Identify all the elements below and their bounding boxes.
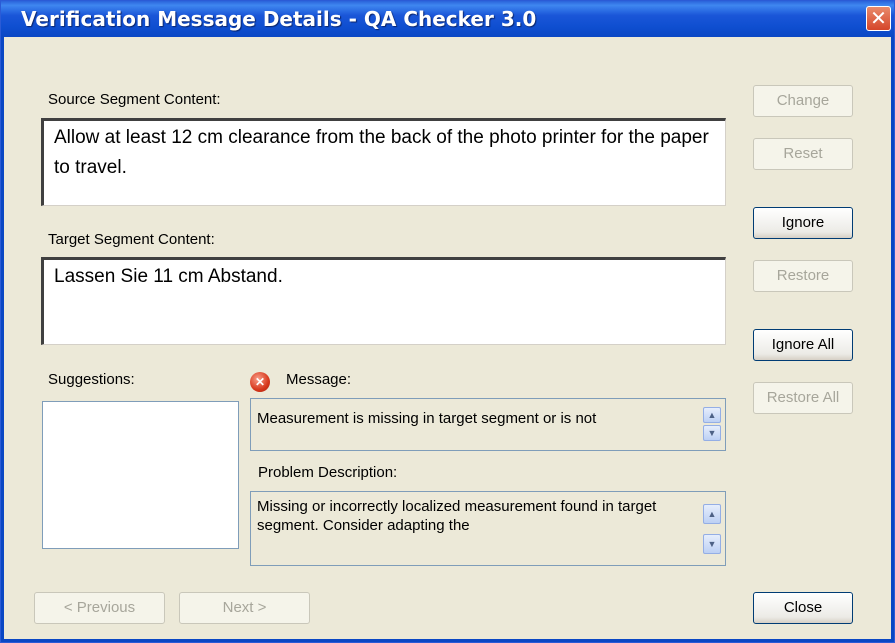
message-scroll-up-icon[interactable]: ▲	[703, 407, 721, 423]
problem-scroll-up-icon[interactable]: ▲	[703, 504, 721, 524]
target-segment-text: Lassen Sie 11 cm Abstand.	[54, 266, 283, 287]
window-title: Verification Message Details - QA Checke…	[21, 7, 537, 31]
title-bar[interactable]: Verification Message Details - QA Checke…	[1, 1, 894, 37]
target-segment-label: Target Segment Content:	[48, 231, 215, 248]
message-text: Measurement is missing in target segment…	[257, 410, 597, 427]
target-segment-textbox[interactable]: Lassen Sie 11 cm Abstand.	[41, 257, 726, 345]
message-box[interactable]: Measurement is missing in target segment…	[250, 398, 726, 451]
source-segment-textbox[interactable]: Allow at least 12 cm clearance from the …	[41, 118, 726, 206]
reset-button[interactable]: Reset	[753, 138, 853, 170]
suggestions-label: Suggestions:	[48, 371, 135, 388]
message-label: Message:	[286, 371, 352, 388]
problem-description-label: Problem Description:	[258, 464, 398, 481]
next-button[interactable]: Next >	[179, 592, 310, 624]
restore-button[interactable]: Restore	[753, 260, 853, 292]
problem-scroll-down-icon[interactable]: ▼	[703, 534, 721, 554]
source-segment-label: Source Segment Content:	[48, 91, 221, 108]
message-scrollbar[interactable]: ▲ ▼	[703, 407, 721, 443]
ignore-all-button[interactable]: Ignore All	[753, 329, 853, 361]
previous-button[interactable]: < Previous	[34, 592, 165, 624]
close-button[interactable]: Close	[753, 592, 853, 624]
problem-scrollbar[interactable]: ▲ ▼	[703, 504, 721, 558]
suggestions-list[interactable]	[42, 401, 239, 549]
problem-description-text: Missing or incorrectly localized measure…	[257, 498, 657, 534]
problem-description-box[interactable]: Missing or incorrectly localized measure…	[250, 491, 726, 566]
ignore-button[interactable]: Ignore	[753, 207, 853, 239]
source-segment-text: Allow at least 12 cm clearance from the …	[54, 127, 709, 178]
message-scroll-down-icon[interactable]: ▼	[703, 425, 721, 441]
restore-all-button[interactable]: Restore All	[753, 382, 853, 414]
close-window-button[interactable]: ✕	[866, 6, 891, 31]
error-icon: ✕	[250, 372, 270, 392]
change-button[interactable]: Change	[753, 85, 853, 117]
qa-checker-dialog: Verification Message Details - QA Checke…	[0, 0, 895, 643]
